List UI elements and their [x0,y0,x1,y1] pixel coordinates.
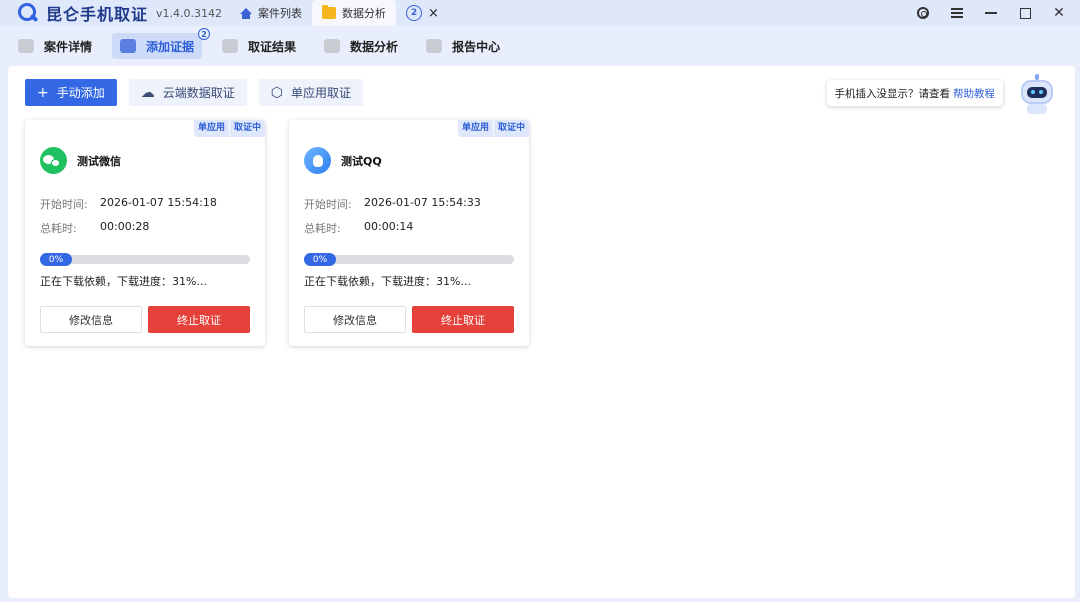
nav-label: 数据分析 [350,39,399,54]
start-time-value: 2026-01-07 15:54:33 [364,196,481,209]
manual-add-button[interactable]: + 手动添加 [25,79,117,106]
nav-item-add-evidence[interactable]: 添加证据 2 [112,28,211,59]
edit-info-button[interactable]: 修改信息 [40,306,142,333]
help-tip: 手机插入没显示？请查看 帮助教程 [826,80,1003,106]
card-app: 测试QQ [304,147,382,174]
edit-info-button[interactable]: 修改信息 [304,306,406,333]
nav-label: 报告中心 [452,39,501,54]
settings-icon[interactable] [916,6,930,20]
cloud-download-icon: ☁ [140,84,155,101]
start-time-label: 开始时间: [304,198,352,211]
button-label: 单应用取证 [291,86,352,100]
report-center-icon [426,39,443,53]
plus-icon: + [37,84,49,101]
tag-type: 单应用 [461,123,489,133]
tab-close-icon[interactable]: × [428,6,439,21]
window-controls: ✕ [916,0,1066,26]
tag-status: 取证中 [492,120,529,137]
progress-fill: 0% [40,253,72,266]
title-bar: 昆仑手机取证 v1.4.0.3142 案件列表 数据分析 2 × ✕ [0,0,1080,26]
stop-forensics-button[interactable]: 终止取证 [148,306,250,333]
start-time-row: 开始时间: 2026-01-07 15:54:33 [304,196,481,212]
elapsed-value: 00:00:14 [364,220,414,233]
tab-badge: 2 [406,5,423,21]
elapsed-label: 总耗时: [40,222,77,235]
tab-label: 数据分析 [342,7,387,20]
nav-item-results[interactable]: 取证结果 [214,33,304,59]
app-version: v1.4.0.3142 [156,6,223,20]
tag-type: 单应用 [197,123,225,133]
nav-label: 取证结果 [248,39,297,54]
folder-icon [322,5,337,19]
card-app: 测试微信 [40,147,121,174]
elapsed-label: 总耗时: [304,222,341,235]
minimize-icon[interactable] [984,6,998,20]
tab-data-analysis[interactable]: 数据分析 [312,0,397,26]
elapsed-value: 00:00:28 [100,220,150,233]
elapsed-row: 总耗时: 00:00:14 [304,220,413,236]
tab-new[interactable]: 2 × [396,0,449,26]
start-time-label: 开始时间: [40,198,88,211]
results-icon [222,39,239,53]
nav-bar: 案件详情 添加证据 2 取证结果 数据分析 报告中心 [0,26,1080,66]
menu-icon[interactable] [950,6,964,20]
forensics-card: 单应用 取证中 测试微信 开始时间: 2026-01-07 15:54:18 总… [25,120,265,346]
case-details-icon [18,39,34,53]
wechat-icon [40,147,67,174]
nav-badge: 2 [198,28,211,40]
stop-forensics-button[interactable]: 终止取证 [412,306,514,333]
button-label: 云端数据取证 [162,86,235,100]
progress-bar: 0% [40,253,250,266]
main-panel: + 手动添加 ☁ 云端数据取证 ⬡ 单应用取证 手机插入没显示？请查看 帮助教程… [8,66,1075,598]
app-name: 测试微信 [77,154,121,168]
status-text: 正在下载依赖，下载进度：31%... [40,275,207,288]
help-tutorial-link[interactable]: 帮助教程 [953,86,995,101]
start-time-value: 2026-01-07 15:54:18 [100,196,217,209]
card-tag: 单应用 取证中 [193,120,265,137]
nav-label: 案件详情 [44,39,93,54]
button-label: 手动添加 [56,86,105,100]
data-analysis-icon [324,39,341,53]
home-icon [240,8,253,19]
tag-status: 取证中 [228,120,265,137]
nav-label: 添加证据 [146,39,195,54]
forensics-card: 单应用 取证中 测试QQ 开始时间: 2026-01-07 15:54:33 总… [289,120,529,346]
nav-item-data-analysis[interactable]: 数据分析 [316,33,406,59]
app-name: 测试QQ [341,154,382,168]
cloud-forensics-button[interactable]: ☁ 云端数据取证 [128,79,247,106]
action-bar: + 手动添加 ☁ 云端数据取证 ⬡ 单应用取证 [25,79,364,106]
help-text: 手机插入没显示？请查看 [834,87,951,100]
cube-icon: ⬡ [270,84,283,101]
qq-icon [304,147,331,174]
app-title: 昆仑手机取证 [46,5,149,24]
status-text: 正在下载依赖，下载进度：31%... [304,275,471,288]
app-logo-icon [18,3,39,23]
add-evidence-icon [120,39,137,53]
tab-case-list[interactable]: 案件列表 [230,0,312,26]
progress-bar: 0% [304,253,514,266]
nav-item-report-center[interactable]: 报告中心 [418,33,508,59]
single-app-forensics-button[interactable]: ⬡ 单应用取证 [258,79,364,106]
close-icon[interactable]: ✕ [1052,5,1066,21]
maximize-icon[interactable] [1018,6,1032,20]
progress-fill: 0% [304,253,336,266]
tab-label: 案件列表 [258,7,303,20]
nav-item-case-details[interactable]: 案件详情 [10,33,100,59]
start-time-row: 开始时间: 2026-01-07 15:54:18 [40,196,217,212]
elapsed-row: 总耗时: 00:00:28 [40,220,149,236]
assistant-robot-icon[interactable] [1017,74,1057,116]
card-tag: 单应用 取证中 [457,120,529,137]
